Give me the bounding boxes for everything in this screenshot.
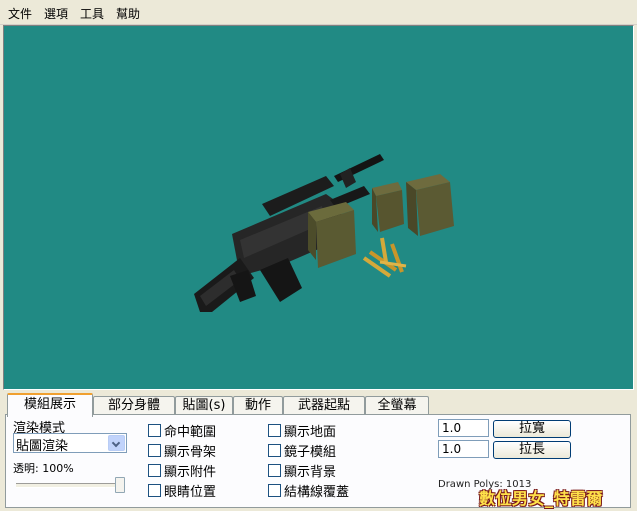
checkbox-skeleton[interactable] [148, 444, 161, 457]
watermark-text: 數位男女_特雷爾 [479, 489, 604, 508]
menu-help[interactable]: 幫助 [116, 5, 140, 22]
tab-body-parts[interactable]: 部分身體 [93, 396, 175, 415]
checkbox-mirror-label: 鏡子模組 [284, 445, 337, 460]
checkbox-hitbox-label: 命中範圍 [164, 425, 217, 440]
stretch-length-button[interactable]: 拉長 [493, 441, 571, 459]
tab-animation[interactable]: 動作 [233, 396, 283, 415]
checkbox-ground[interactable] [268, 424, 281, 437]
model-viewport[interactable] [3, 25, 634, 390]
weapon-model-render [194, 154, 454, 312]
checkbox-mirror[interactable] [268, 444, 281, 457]
menu-tools[interactable]: 工具 [80, 5, 104, 22]
checkbox-eye-position-label: 眼睛位置 [164, 485, 217, 500]
checkbox-wireframe-label: 結構線覆蓋 [284, 485, 350, 500]
render-mode-select[interactable]: 貼圖渲染 [13, 433, 127, 454]
menu-bar: 文件 選項 工具 幫助 [0, 0, 637, 25]
menu-file[interactable]: 文件 [8, 5, 32, 22]
checkbox-ground-label: 顯示地面 [284, 425, 337, 440]
stretch-width-button[interactable]: 拉寬 [493, 420, 571, 438]
checkbox-attachments-label: 顯示附件 [164, 465, 217, 480]
checkbox-attachments[interactable] [148, 464, 161, 477]
transparency-slider-track[interactable] [16, 483, 122, 488]
checkbox-hitbox[interactable] [148, 424, 161, 437]
checkbox-background[interactable] [268, 464, 281, 477]
checkbox-background-label: 顯示背景 [284, 465, 337, 480]
length-scale-input[interactable]: 1.0 [438, 440, 489, 458]
tab-weapon-origin[interactable]: 武器起點 [283, 396, 365, 415]
checkbox-skeleton-label: 顯示骨架 [164, 445, 217, 460]
transparency-label: 透明: 100% [13, 462, 74, 475]
tab-model-display[interactable]: 模組展示 [7, 393, 93, 417]
render-mode-value: 貼圖渲染 [16, 439, 69, 454]
checkbox-wireframe[interactable] [268, 484, 281, 497]
tab-fullscreen[interactable]: 全螢幕 [365, 396, 429, 415]
tab-textures[interactable]: 貼圖(s) [175, 396, 233, 415]
transparency-slider-thumb[interactable] [115, 477, 125, 493]
width-scale-input[interactable]: 1.0 [438, 419, 489, 437]
checkbox-eye-position[interactable] [148, 484, 161, 497]
chevron-down-icon[interactable] [108, 435, 125, 451]
menu-options[interactable]: 選項 [44, 5, 68, 22]
